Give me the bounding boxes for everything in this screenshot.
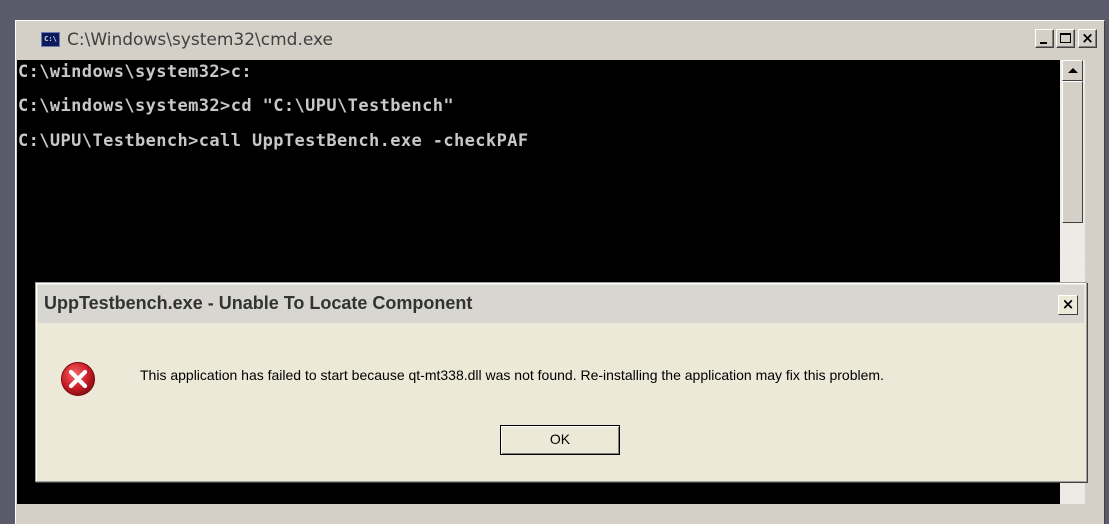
error-dialog: UppTestbench.exe - Unable To Locate Comp… bbox=[35, 282, 1087, 482]
dialog-message: This application has failed to start bec… bbox=[140, 367, 884, 383]
maximize-button[interactable] bbox=[1056, 29, 1075, 48]
console-line: C:\UPU\Testbench>call UppTestBench.exe -… bbox=[18, 131, 529, 151]
dialog-close-button[interactable]: × bbox=[1058, 295, 1078, 315]
close-icon: × bbox=[1081, 29, 1094, 47]
console-icon[interactable]: C:\ bbox=[41, 32, 60, 47]
console-line: C:\windows\system32>c: bbox=[18, 62, 252, 82]
ok-button[interactable]: OK bbox=[500, 425, 620, 455]
minimize-icon bbox=[1040, 42, 1047, 44]
console-line: C:\windows\system32>cd "C:\UPU\Testbench… bbox=[18, 96, 455, 116]
error-icon bbox=[61, 362, 95, 396]
close-button[interactable]: × bbox=[1078, 29, 1097, 48]
dialog-title: UppTestbench.exe - Unable To Locate Comp… bbox=[44, 293, 473, 313]
maximize-icon bbox=[1060, 33, 1071, 43]
scroll-up-button[interactable] bbox=[1062, 60, 1083, 81]
minimize-button[interactable] bbox=[1035, 29, 1054, 48]
arrow-up-icon bbox=[1068, 68, 1078, 73]
cmd-window-title: C:\Windows\system32\cmd.exe bbox=[67, 30, 334, 50]
close-icon: × bbox=[1061, 295, 1075, 313]
scroll-thumb[interactable] bbox=[1062, 81, 1083, 223]
dialog-titlebar[interactable]: UppTestbench.exe - Unable To Locate Comp… bbox=[38, 285, 1084, 323]
cmd-titlebar[interactable]: C:\ C:\Windows\system32\cmd.exe × bbox=[19, 24, 1101, 54]
